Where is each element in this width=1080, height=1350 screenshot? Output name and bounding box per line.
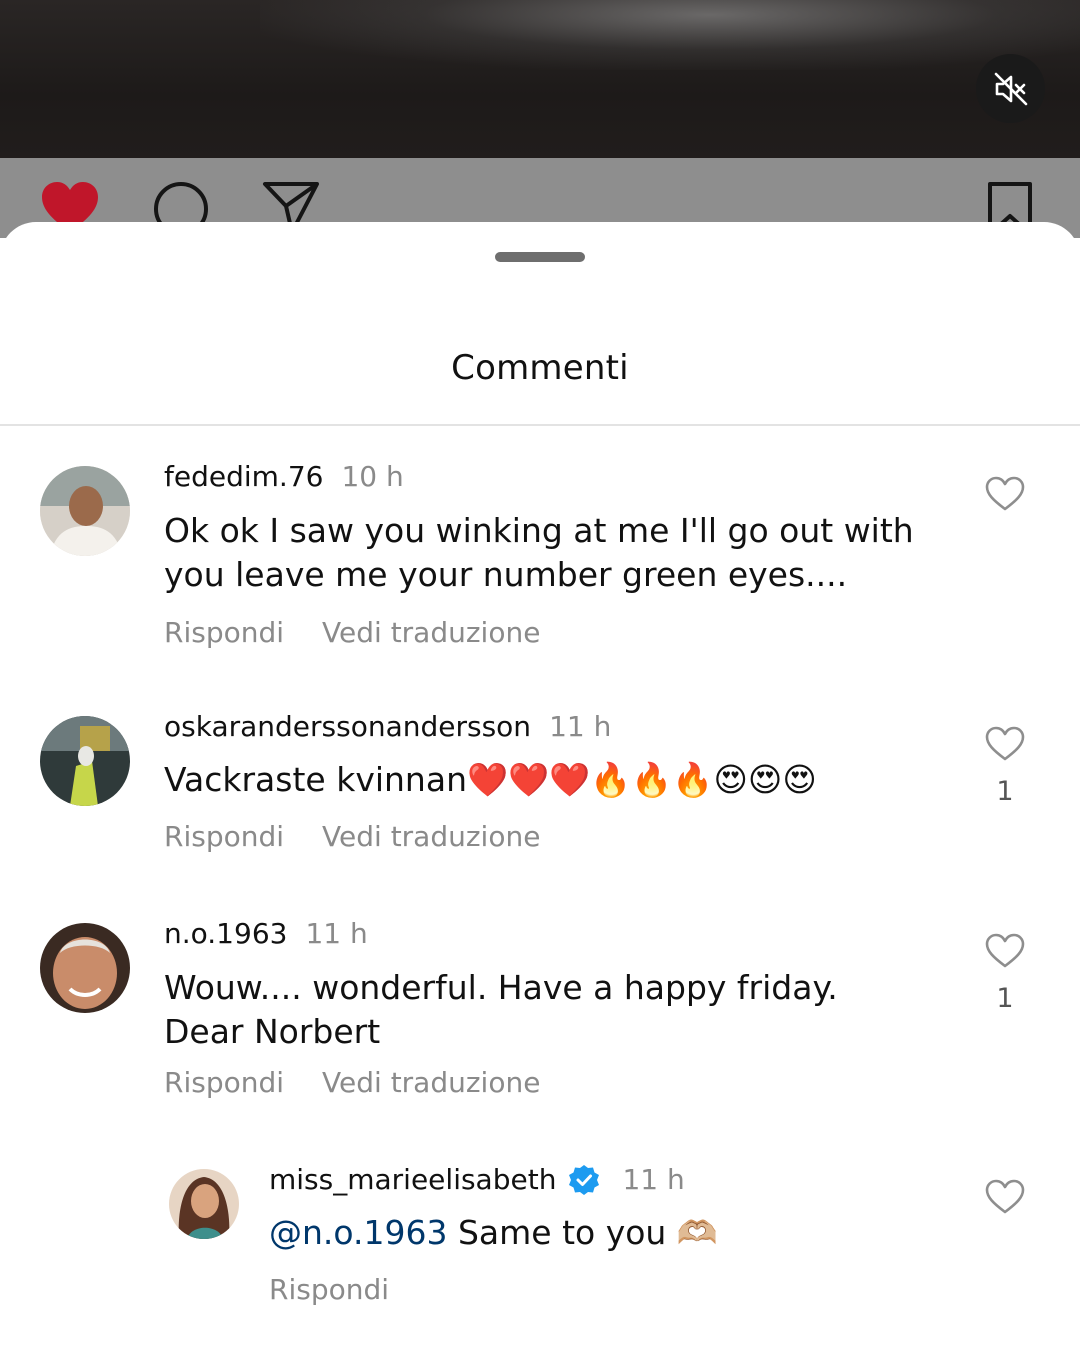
- sheet-drag-handle[interactable]: [495, 252, 585, 262]
- reply-button[interactable]: Rispondi: [164, 820, 284, 853]
- sheet-title: Commenti: [451, 348, 629, 388]
- heart-outline-icon[interactable]: [985, 726, 1025, 762]
- reply-button[interactable]: Rispondi: [269, 1273, 389, 1306]
- reply-body: Same to you 🫶🏼: [447, 1213, 718, 1252]
- divider: [0, 424, 1080, 426]
- comment-username[interactable]: miss_marieelisabeth: [269, 1163, 556, 1196]
- heart-outline-icon[interactable]: [985, 476, 1025, 512]
- reply-button[interactable]: Rispondi: [164, 1066, 284, 1099]
- mute-button[interactable]: [976, 54, 1045, 123]
- comment-actions: Rispondi Vedi traduzione: [164, 1066, 540, 1099]
- avatar[interactable]: [40, 716, 130, 806]
- comment-text: Vackraste kvinnan❤️❤️❤️🔥🔥🔥😍😍😍: [164, 760, 817, 799]
- comment-time: 11 h: [305, 917, 368, 950]
- comment-username[interactable]: oskaranderssonandersson: [164, 710, 531, 743]
- mention-link[interactable]: @n.o.1963: [269, 1213, 448, 1252]
- avatar[interactable]: [40, 923, 130, 1013]
- comment-header: oskaranderssonandersson 11 h: [164, 710, 611, 743]
- avatar-photo: [40, 716, 130, 806]
- comment-time: 10 h: [341, 460, 404, 493]
- comment-actions: Rispondi: [269, 1273, 389, 1306]
- video-frame: [260, 0, 1080, 70]
- avatar[interactable]: [169, 1169, 239, 1239]
- comment-username[interactable]: n.o.1963: [164, 917, 287, 950]
- comment-header: fededim.76 10 h: [164, 460, 404, 493]
- reply-button[interactable]: Rispondi: [164, 616, 284, 649]
- like-count: 1: [996, 983, 1014, 1014]
- comment-actions: Rispondi Vedi traduzione: [164, 616, 540, 649]
- heart-outline-icon[interactable]: [985, 933, 1025, 969]
- comment-actions: Rispondi Vedi traduzione: [164, 820, 540, 853]
- comment-time: 11 h: [549, 710, 612, 743]
- comment-text: Wouw.... wonderful. Have a happy friday.…: [164, 968, 838, 1051]
- verified-badge-icon: [569, 1164, 600, 1195]
- reply-text: @n.o.1963 Same to you 🫶🏼: [269, 1211, 949, 1255]
- comment-username[interactable]: fededim.76: [164, 460, 323, 493]
- comment-header: n.o.1963 11 h: [164, 917, 368, 950]
- comment-text: Ok ok I saw you winking at me I'll go ou…: [164, 511, 914, 594]
- avatar-photo: [169, 1169, 239, 1239]
- avatar-photo: [40, 923, 130, 1013]
- see-translation-button[interactable]: Vedi traduzione: [322, 820, 540, 853]
- avatar[interactable]: [40, 466, 130, 556]
- heart-outline-icon[interactable]: [985, 1179, 1025, 1215]
- see-translation-button[interactable]: Vedi traduzione: [322, 616, 540, 649]
- avatar-photo: [40, 466, 130, 556]
- muted-speaker-icon: [994, 72, 1027, 105]
- reply-header: miss_marieelisabeth 11 h: [269, 1163, 685, 1196]
- like-count: 1: [996, 776, 1014, 807]
- comments-sheet: Commenti fededim.76 10 h Ok ok I saw you…: [0, 222, 1080, 1350]
- see-translation-button[interactable]: Vedi traduzione: [322, 1066, 540, 1099]
- video-player[interactable]: [0, 0, 1080, 158]
- comment-time: 11 h: [622, 1163, 685, 1196]
